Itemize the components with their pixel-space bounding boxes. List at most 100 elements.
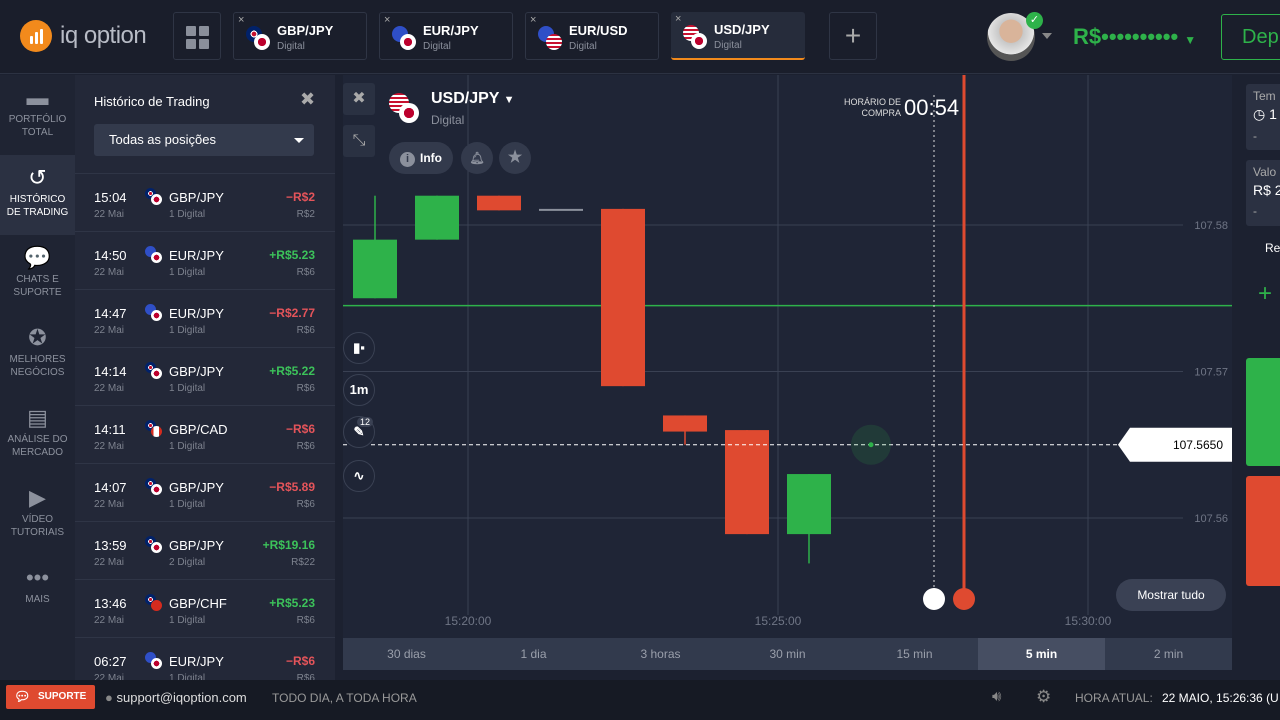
positions-filter-select[interactable]: Todas as posições: [94, 124, 314, 156]
collapse-icon[interactable]: ⤡: [343, 125, 375, 157]
history-row[interactable]: 14:07 22 Mai GBP/JPY 1 Digital −R$5.89 R$6: [75, 463, 335, 521]
history-row[interactable]: 13:59 22 Mai GBP/JPY 2 Digital +R$19.16 R$22: [75, 521, 335, 579]
period-option[interactable]: 30 min: [724, 638, 851, 670]
sidebar-item[interactable]: ✪ MELHORES NEGÓCIOS: [0, 315, 75, 395]
tab-pair: EUR/JPY: [423, 23, 479, 38]
asset-selector[interactable]: USD/JPY ▼: [431, 90, 515, 108]
flag-icon: [683, 25, 709, 51]
sidebar-item[interactable]: ▬ PORTFÓLIO TOTAL: [0, 75, 75, 155]
history-row[interactable]: 06:27 22 Mai EUR/JPY 1 Digital −R$6 R$6: [75, 637, 335, 680]
sidebar-item[interactable]: 💬 CHATS E SUPORTE: [0, 235, 75, 315]
star-icon[interactable]: ★: [499, 142, 531, 174]
trade-time: 14:50: [94, 248, 127, 263]
price-chart[interactable]: 107.58 107.57 107.56 15:20:00 15:25:00 15:30:…: [343, 75, 1232, 640]
trade-investment: R$6: [296, 673, 315, 680]
sidebar-item-label: MAIS: [25, 594, 50, 605]
asset-tab[interactable]: × EUR/USD Digital: [525, 12, 659, 60]
flag-icon: [145, 536, 165, 556]
amount-field[interactable]: Valo R$ 2-: [1246, 160, 1280, 226]
period-option[interactable]: 5 min: [978, 638, 1105, 670]
tab-pair: EUR/USD: [569, 23, 628, 38]
trade-profit: +R$5.23: [269, 248, 315, 262]
period-option[interactable]: 3 horas: [597, 638, 724, 670]
history-row[interactable]: 14:47 22 Mai EUR/JPY 1 Digital −R$2.77 R$6: [75, 289, 335, 347]
decrease-time-button[interactable]: -: [1253, 129, 1280, 143]
flag-icon: [145, 478, 165, 498]
asset-tab[interactable]: × EUR/JPY Digital: [379, 12, 513, 60]
sidebar-item-label: ANÁLISE DO MERCADO: [7, 434, 68, 458]
all-assets-button[interactable]: [173, 12, 221, 60]
flag-icon: [145, 420, 165, 440]
info-button[interactable]: i Info: [389, 142, 453, 174]
chart-type-icon[interactable]: ▮▪: [343, 332, 375, 364]
trade-investment: R$6: [296, 615, 315, 626]
asset-tab[interactable]: × GBP/JPY Digital: [233, 12, 367, 60]
trade-profit: −R$2: [285, 190, 315, 204]
support-email[interactable]: ● support@iqoption.com: [105, 690, 247, 705]
logo[interactable]: iq option: [20, 20, 147, 52]
trade-time: 14:07: [94, 480, 127, 495]
period-option[interactable]: 2 min: [1105, 638, 1232, 670]
expiration-time-field[interactable]: Tem ◷ 1-: [1246, 84, 1280, 150]
x-tick-label: 15:30:00: [1065, 614, 1112, 628]
gear-icon[interactable]: ⚙: [1036, 687, 1051, 707]
trade-profit: −R$6: [285, 654, 315, 668]
close-tab-icon[interactable]: ×: [384, 14, 390, 26]
history-row[interactable]: 15:04 22 Mai GBP/JPY 1 Digital −R$2 R$2: [75, 173, 335, 231]
add-tab-button[interactable]: +: [829, 12, 877, 60]
tab-pair: GBP/JPY: [277, 23, 334, 38]
trade-investment: R$2: [296, 209, 315, 220]
sidebar-item[interactable]: ↺ HISTÓRICO DE TRADING: [0, 155, 75, 235]
trade-profit: −R$6: [285, 422, 315, 436]
history-row[interactable]: 14:11 22 Mai GBP/CAD 1 Digital −R$6 R$6: [75, 405, 335, 463]
period-option[interactable]: 30 dias: [343, 638, 470, 670]
sidebar-item[interactable]: ••• MAIS: [0, 555, 75, 635]
footer: 💬︎ SUPORTE ● support@iqoption.com TODO DI…: [0, 680, 1280, 720]
sidebar-item[interactable]: ▶ VÍDEO TUTORIAIS: [0, 475, 75, 555]
put-button[interactable]: [1246, 476, 1280, 586]
close-icon[interactable]: ✖: [300, 89, 315, 110]
flag-icon: [246, 26, 272, 52]
x-tick-label: 15:25:00: [755, 614, 802, 628]
indicators-icon[interactable]: ∿: [343, 460, 375, 492]
deposit-button[interactable]: Dep: [1221, 14, 1280, 60]
history-row[interactable]: 13:46 22 Mai GBP/CHF 1 Digital +R$5.23 R$6: [75, 579, 335, 637]
close-tab-icon[interactable]: ×: [675, 13, 681, 25]
period-option[interactable]: 15 min: [851, 638, 978, 670]
sidebar-item[interactable]: ▤ ANÁLISE DO MERCADO: [0, 395, 75, 475]
balance-selector[interactable]: R$•••••••••• ▼: [1073, 24, 1196, 50]
sidebar-item-label: VÍDEO TUTORIAIS: [10, 514, 65, 538]
trade-pair: EUR/JPY: [169, 248, 224, 263]
asset-tab[interactable]: × USD/JPY Digital: [671, 12, 805, 60]
profit-label: Re: [1265, 241, 1280, 255]
call-button[interactable]: [1246, 358, 1280, 466]
close-chart-button[interactable]: ✖: [343, 83, 375, 115]
trade-investment: R$6: [296, 499, 315, 510]
logo-icon: [20, 20, 52, 52]
trade-date: 22 Mai: [94, 441, 125, 452]
close-tab-icon[interactable]: ×: [530, 14, 536, 26]
history-row[interactable]: 14:14 22 Mai GBP/JPY 1 Digital +R$5.22 R$6: [75, 347, 335, 405]
sound-icon[interactable]: 🔊︎: [992, 688, 1001, 705]
logo-text: iq option: [60, 22, 147, 49]
timeframe-button[interactable]: 1m: [343, 374, 375, 406]
trade-date: 22 Mai: [94, 209, 125, 220]
chevron-down-icon[interactable]: [1042, 33, 1052, 39]
support-button[interactable]: 💬︎ SUPORTE: [6, 685, 95, 709]
close-tab-icon[interactable]: ×: [238, 14, 244, 26]
trade-date: 22 Mai: [94, 615, 125, 626]
chat-icon: 💬︎: [14, 689, 31, 704]
period-option[interactable]: 1 dia: [470, 638, 597, 670]
show-all-button[interactable]: Mostrar tudo: [1116, 579, 1226, 611]
sidebar-item-label: HISTÓRICO DE TRADING: [6, 194, 69, 218]
trade-date: 22 Mai: [94, 499, 125, 510]
play-icon: ▶: [29, 485, 46, 510]
decrease-amount-button[interactable]: -: [1253, 204, 1280, 218]
candle-body: [415, 195, 459, 240]
flag-icon: [145, 594, 165, 614]
bell-icon[interactable]: 🔔︎: [461, 142, 493, 174]
y-tick-label: 107.58: [1194, 220, 1228, 232]
history-row[interactable]: 14:50 22 Mai EUR/JPY 1 Digital +R$5.23 R$6: [75, 231, 335, 289]
trade-pair: EUR/JPY: [169, 306, 224, 321]
trade-kind: 2 Digital: [169, 557, 206, 568]
